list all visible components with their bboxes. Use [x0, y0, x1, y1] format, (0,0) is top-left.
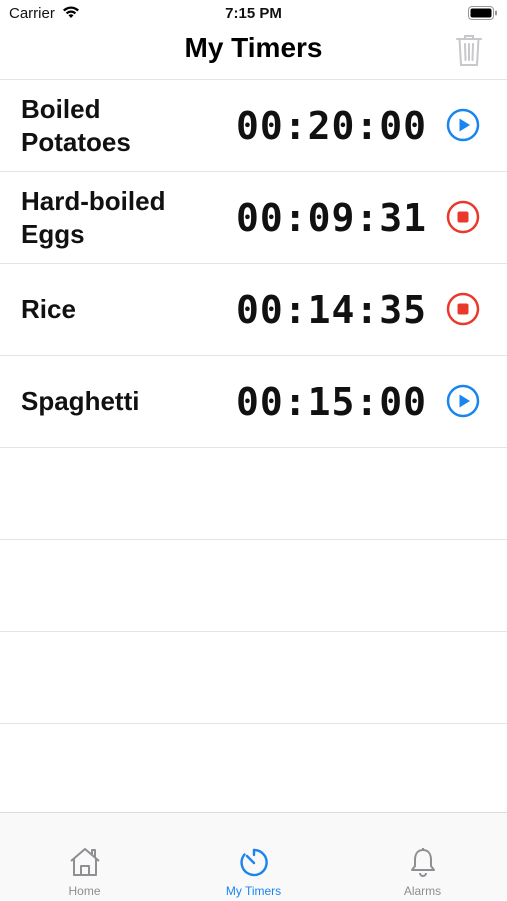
play-icon[interactable]: [446, 108, 480, 142]
tab-label: My Timers: [225, 884, 282, 898]
timer-name: Hard-boiled Eggs: [21, 185, 166, 249]
tab-my-timers[interactable]: My Timers: [169, 813, 338, 901]
bell-icon: [410, 848, 435, 877]
navigation-bar: My Timers: [0, 28, 507, 80]
timer-row-rice[interactable]: Rice 00:14:35: [0, 264, 507, 355]
divider: [0, 723, 507, 724]
timer-row-hard-boiled-eggs[interactable]: Hard-boiled Eggs 00:09:31: [0, 172, 507, 263]
tab-home[interactable]: Home: [0, 813, 169, 901]
battery-icon: [468, 6, 498, 20]
empty-row: [0, 540, 507, 631]
empty-row: [0, 448, 507, 539]
trash-icon[interactable]: [455, 34, 483, 68]
stop-icon[interactable]: [446, 200, 480, 234]
timer-row-boiled-potatoes[interactable]: Boiled Potatoes 00:20:00: [0, 80, 507, 171]
stop-icon[interactable]: [446, 292, 480, 326]
timer-countdown: 00:20:00: [235, 103, 427, 148]
status-time: 7:15 PM: [225, 5, 282, 22]
timer-countdown: 00:14:35: [235, 287, 427, 332]
empty-row: [0, 632, 507, 723]
timer-countdown: 00:09:31: [235, 195, 427, 240]
timer-icon: [239, 848, 268, 877]
tab-alarms[interactable]: Alarms: [338, 813, 507, 901]
timer-countdown: 00:15:00: [235, 379, 427, 424]
timer-list: Boiled Potatoes 00:20:00 Hard-boiled Egg…: [0, 79, 507, 724]
timer-name: Boiled Potatoes: [21, 93, 131, 157]
tab-label: Alarms: [403, 884, 442, 898]
timer-row-spaghetti[interactable]: Spaghetti 00:15:00: [0, 356, 507, 447]
status-bar: Carrier 7:15 PM: [0, 0, 507, 28]
timer-name: Rice: [21, 294, 76, 324]
page-title: My Timers: [184, 32, 323, 63]
tab-bar: Home My Timers Alarms: [0, 812, 507, 900]
house-icon: [69, 848, 100, 876]
timer-name: Spaghetti: [21, 386, 140, 416]
tab-label: Home: [68, 884, 101, 898]
play-icon[interactable]: [446, 384, 480, 418]
